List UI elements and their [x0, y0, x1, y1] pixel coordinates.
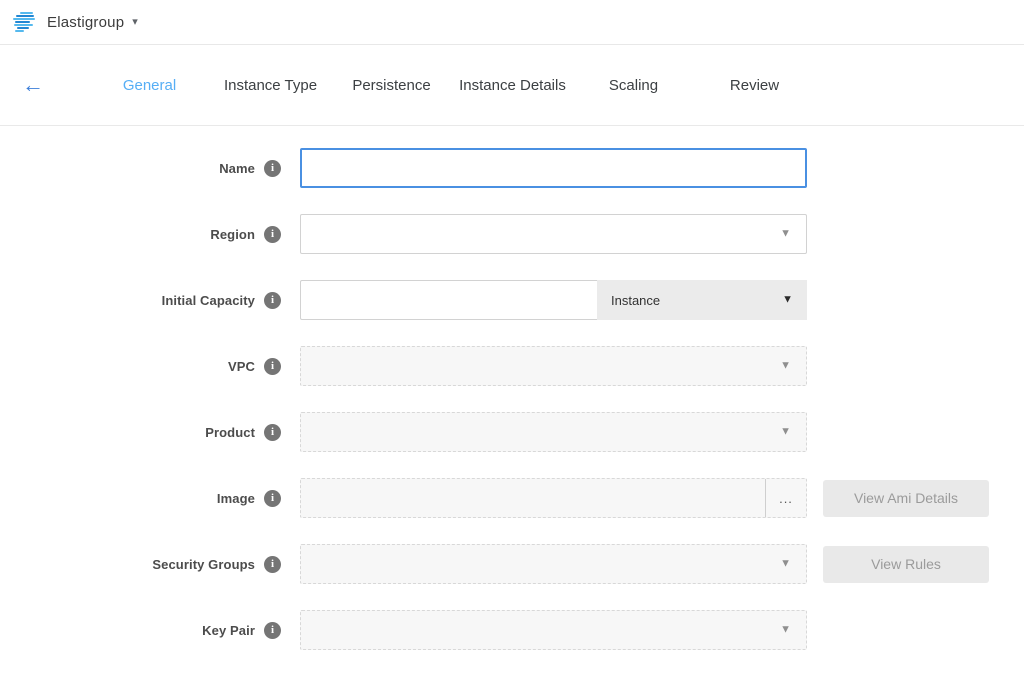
- security-groups-select-disabled: [300, 544, 807, 584]
- key-pair-label: Key Pair: [202, 623, 255, 638]
- image-picker-value: [301, 479, 765, 517]
- product-select-disabled: [300, 412, 807, 452]
- name-input[interactable]: [300, 148, 807, 188]
- info-icon: i: [264, 424, 281, 441]
- back-arrow-icon[interactable]: ←: [14, 74, 52, 96]
- general-settings-form: Name i Region i ▼ Initial Capacity i Ins: [0, 126, 1024, 650]
- key-pair-row: Key Pair i ▼: [0, 610, 1024, 650]
- product-label: Product: [205, 425, 255, 440]
- tab-instance-type[interactable]: Instance Type: [210, 77, 331, 94]
- region-select[interactable]: ▼: [300, 214, 807, 254]
- vpc-select-disabled: [300, 346, 807, 386]
- chevron-down-icon: ▼: [780, 625, 791, 636]
- view-rules-button[interactable]: View Rules: [823, 546, 989, 583]
- top-bar: Elastigroup ▾: [0, 0, 1024, 45]
- app-title: Elastigroup: [47, 14, 124, 31]
- chevron-down-icon: ▼: [780, 361, 791, 372]
- tab-instance-details[interactable]: Instance Details: [452, 77, 573, 94]
- wizard-tabs: General Instance Type Persistence Instan…: [89, 77, 815, 94]
- tab-review[interactable]: Review: [694, 77, 815, 94]
- initial-capacity-label: Initial Capacity: [162, 293, 255, 308]
- info-icon: i: [264, 490, 281, 507]
- chevron-down-icon: ▼: [780, 229, 791, 240]
- product-row: Product i ▼: [0, 412, 1024, 452]
- info-icon: i: [264, 358, 281, 375]
- image-row: Image i ... View Ami Details: [0, 478, 1024, 518]
- capacity-unit-select[interactable]: Instance ▼: [597, 280, 807, 320]
- name-label: Name: [219, 161, 255, 176]
- info-icon: i: [264, 160, 281, 177]
- vpc-label: VPC: [228, 359, 255, 374]
- name-row: Name i: [0, 148, 1024, 188]
- info-icon: i: [264, 556, 281, 573]
- tab-scaling[interactable]: Scaling: [573, 77, 694, 94]
- elastigroup-product-switcher[interactable]: Elastigroup ▾: [13, 11, 138, 33]
- security-groups-row: Security Groups i ▼ View Rules: [0, 544, 1024, 584]
- initial-capacity-row: Initial Capacity i Instance ▼: [0, 280, 1024, 320]
- vpc-row: VPC i ▼: [0, 346, 1024, 386]
- chevron-down-icon: ▾: [132, 17, 138, 28]
- region-label: Region: [210, 227, 255, 242]
- chevron-down-icon: ▼: [782, 295, 793, 306]
- image-browse-button: ...: [765, 479, 806, 517]
- info-icon: i: [264, 292, 281, 309]
- tab-general[interactable]: General: [89, 77, 210, 94]
- elastigroup-logo-icon: [13, 11, 37, 33]
- image-label: Image: [217, 491, 255, 506]
- key-pair-select-disabled: [300, 610, 807, 650]
- region-row: Region i ▼: [0, 214, 1024, 254]
- tab-persistence[interactable]: Persistence: [331, 77, 452, 94]
- info-icon: i: [264, 226, 281, 243]
- image-picker-disabled: ...: [300, 478, 807, 518]
- chevron-down-icon: ▼: [780, 427, 791, 438]
- chevron-down-icon: ▼: [780, 559, 791, 570]
- capacity-unit-value: Instance: [611, 293, 660, 308]
- security-groups-label: Security Groups: [152, 557, 255, 572]
- view-ami-details-button[interactable]: View Ami Details: [823, 480, 989, 517]
- initial-capacity-input[interactable]: [300, 280, 597, 320]
- info-icon: i: [264, 622, 281, 639]
- wizard-tab-bar: ← General Instance Type Persistence Inst…: [0, 45, 1024, 126]
